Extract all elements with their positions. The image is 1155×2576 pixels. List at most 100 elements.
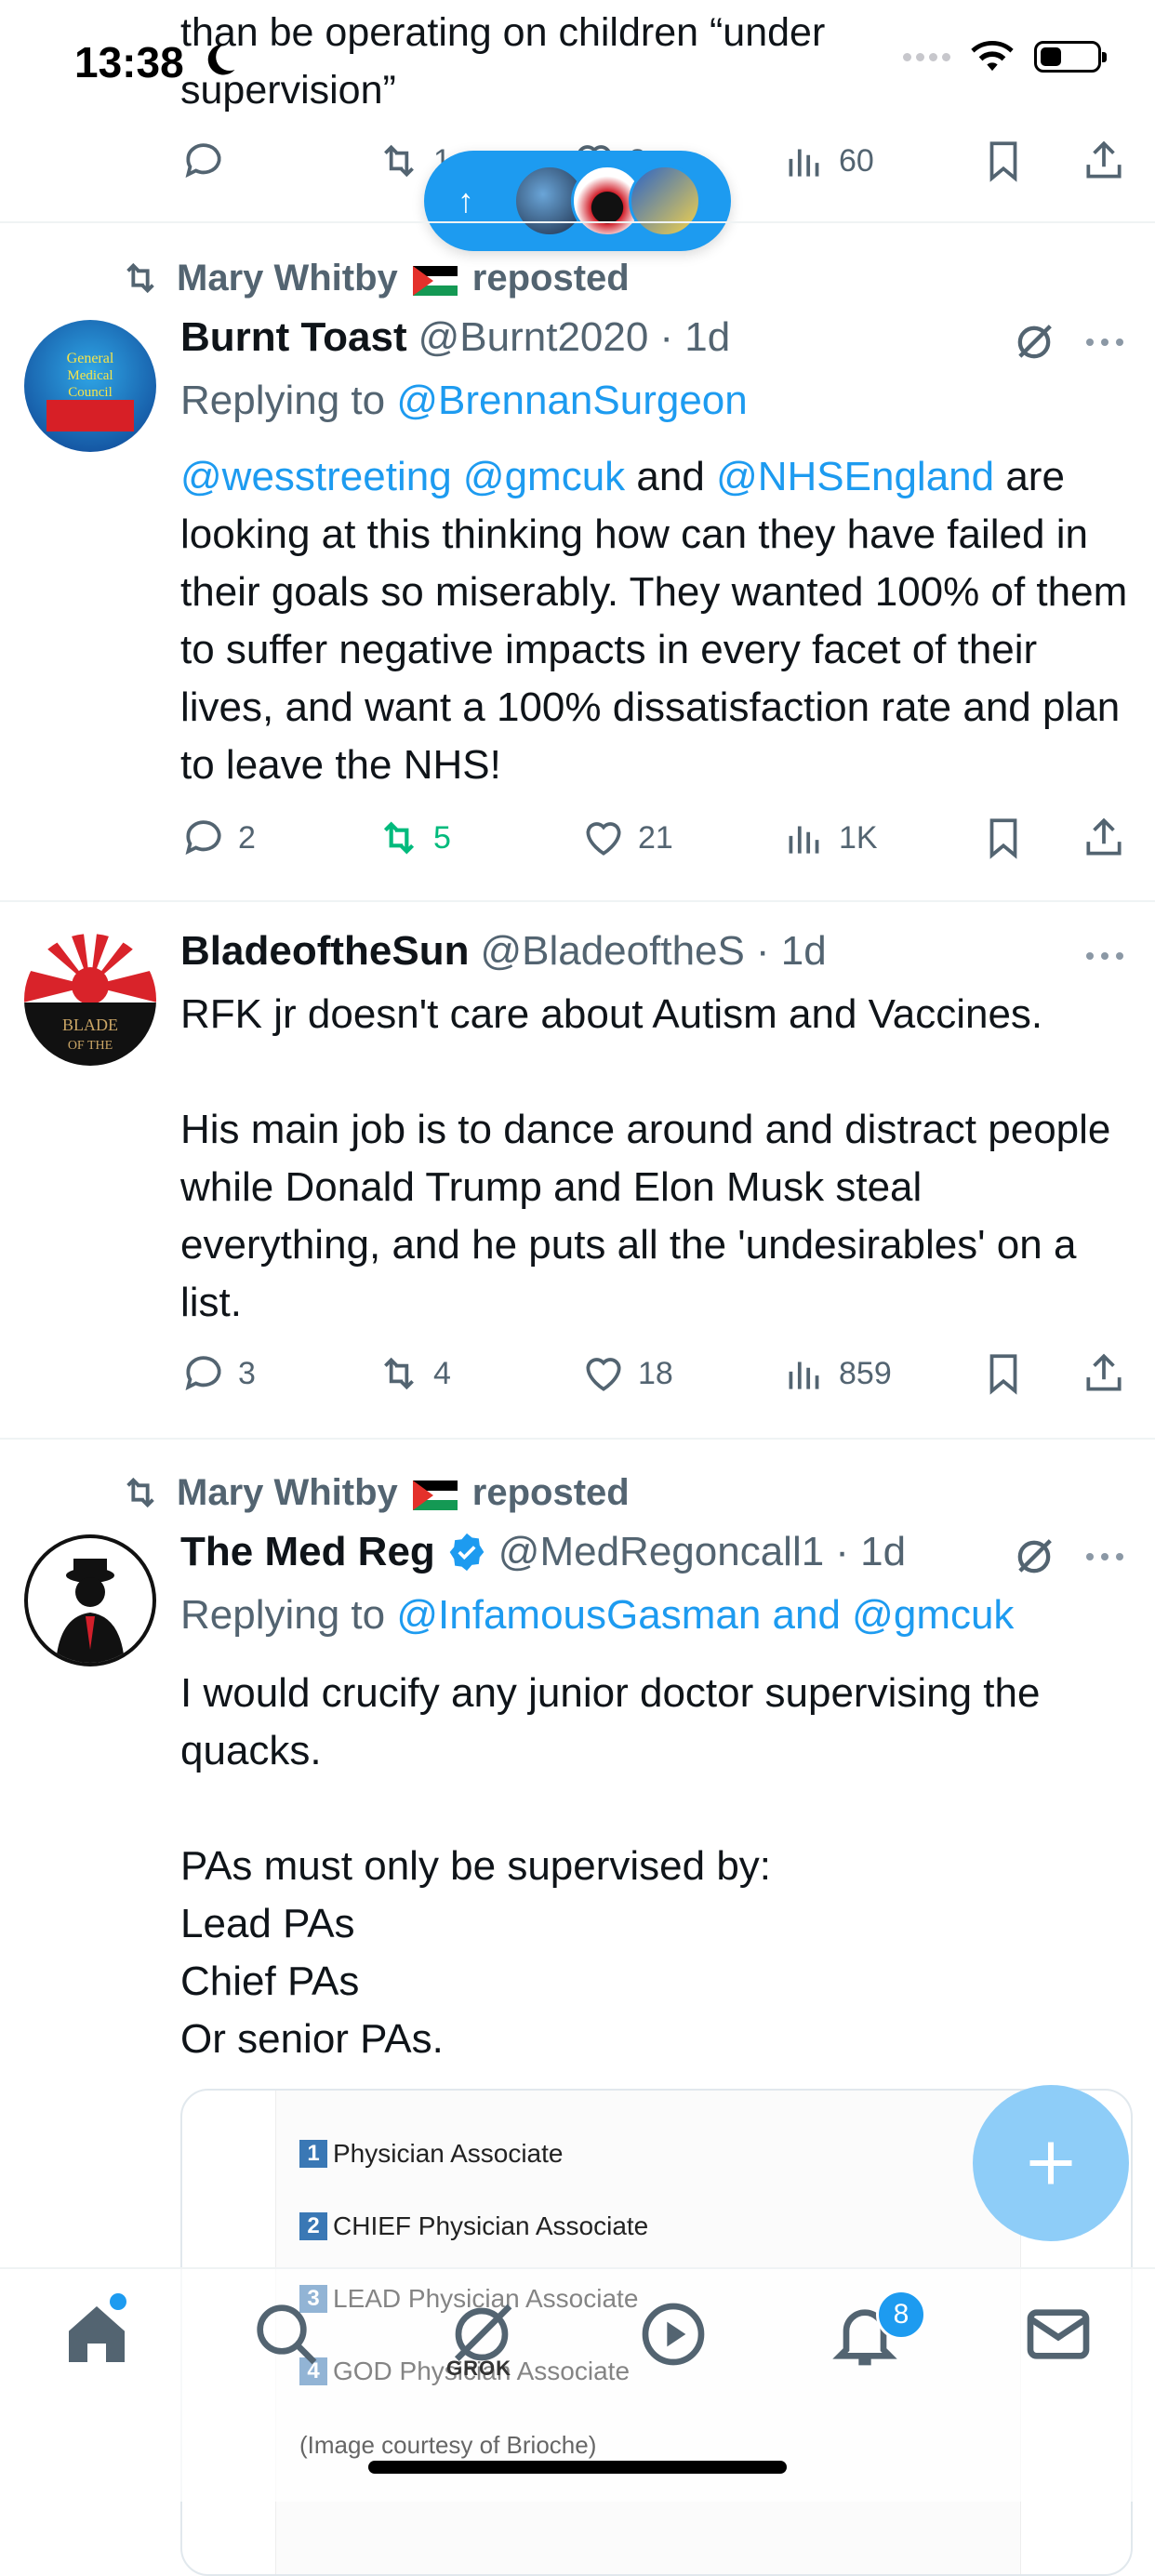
- bookmark-icon: [989, 818, 1017, 859]
- handle[interactable]: @Burnt2020: [418, 314, 649, 361]
- avatar-image: General Medical Council: [46, 351, 134, 432]
- repost-row: Mary Whitby reposted: [119, 1471, 630, 1514]
- like-count: 21: [638, 819, 673, 856]
- repost-label: reposted: [471, 257, 630, 299]
- post-header: Burnt Toast @Burnt2020 · 1d: [180, 314, 730, 361]
- list-item: 1 Physician Associate: [299, 2139, 563, 2169]
- reply-button[interactable]: 3: [180, 1350, 256, 1397]
- views-button[interactable]: 859: [781, 1350, 892, 1397]
- repost-author[interactable]: Mary Whitby: [177, 258, 398, 299]
- display-name[interactable]: The Med Reg: [180, 1529, 435, 1575]
- retweet-button[interactable]: 5: [376, 815, 451, 861]
- unread-dot: [110, 2293, 126, 2310]
- like-count: 18: [638, 1355, 673, 1391]
- timestamp: · 1d: [755, 928, 827, 974]
- reply-button[interactable]: [180, 138, 227, 184]
- grok-icon[interactable]: [1010, 1533, 1058, 1581]
- replying-to: Replying to @BrennanSurgeon: [180, 378, 748, 424]
- svg-text:Council: Council: [68, 385, 113, 400]
- timestamp: · 1d: [835, 1529, 907, 1574]
- plus-icon: [1029, 2142, 1072, 2184]
- avatar[interactable]: BLADE OF THE: [24, 934, 156, 1066]
- mention-link[interactable]: @NHSEngland: [716, 454, 994, 499]
- avatar-image: BLADE OF THE: [24, 934, 156, 1066]
- views-icon: [789, 826, 819, 854]
- cellular-icon: [903, 52, 950, 61]
- reply-button[interactable]: 2: [180, 815, 256, 861]
- retweet-icon: [126, 262, 154, 294]
- bookmark-button[interactable]: [980, 1350, 1027, 1397]
- share-button[interactable]: [1081, 138, 1127, 184]
- search-icon[interactable]: [249, 2297, 324, 2371]
- divider: [0, 900, 1155, 902]
- handle[interactable]: @MedRegoncall1: [498, 1529, 824, 1575]
- battery-icon: [1034, 41, 1107, 73]
- mention-link[interactable]: @wesstreeting: [180, 454, 452, 499]
- divider: [0, 1438, 1155, 1440]
- views-count: 859: [839, 1355, 892, 1391]
- share-button[interactable]: [1081, 815, 1127, 861]
- views-button[interactable]: 1K: [781, 815, 878, 861]
- views-count: 60: [839, 142, 874, 179]
- views-icon: [789, 1361, 819, 1389]
- new-posts-pill[interactable]: ↑: [424, 151, 731, 251]
- reply-icon: [185, 820, 221, 856]
- previous-post-text: than be operating on children “under sup…: [180, 10, 826, 113]
- views-button[interactable]: 60: [781, 138, 874, 184]
- like-button[interactable]: 21: [580, 815, 673, 861]
- post-body: I would crucify any junior doctor superv…: [180, 1670, 1041, 2062]
- handle[interactable]: @BladeoftheS: [480, 928, 744, 975]
- body-text: are looking at this thinking how can the…: [180, 454, 1139, 788]
- messages-icon[interactable]: [1021, 2297, 1095, 2371]
- retweet-icon: [383, 821, 415, 855]
- heart-icon: [586, 1358, 621, 1391]
- list-number: 1: [299, 2140, 327, 2168]
- views-icon: [789, 149, 819, 177]
- display-name[interactable]: Burnt Toast: [180, 314, 407, 361]
- share-icon: [1086, 140, 1122, 179]
- post-body: RFK jr doesn't care about Autism and Vac…: [180, 991, 1111, 1325]
- compose-button[interactable]: [973, 2085, 1129, 2241]
- retweet-count: 5: [433, 819, 451, 856]
- like-button[interactable]: 18: [580, 1350, 673, 1397]
- list-item: 2 CHIEF Physician Associate: [299, 2211, 648, 2241]
- status-icons: [903, 41, 1107, 73]
- svg-text:BLADE: BLADE: [62, 1016, 118, 1034]
- reply-mention[interactable]: @BrennanSurgeon: [396, 378, 747, 423]
- more-icon[interactable]: [1084, 950, 1125, 962]
- bookmark-button[interactable]: [980, 815, 1027, 861]
- reply-count: 2: [238, 819, 256, 856]
- svg-text:OF THE: OF THE: [68, 1039, 113, 1053]
- retweet-count: 4: [433, 1355, 451, 1391]
- retweet-icon: [126, 1477, 154, 1508]
- avatar[interactable]: General Medical Council: [24, 320, 156, 452]
- palestine-flag-icon: [412, 263, 458, 296]
- display-name[interactable]: BladeoftheSun: [180, 928, 469, 975]
- post-body: @wesstreeting @gmcuk and @NHSEngland are…: [180, 448, 1129, 794]
- post-header: The Med Reg @MedRegoncall1 · 1d: [180, 1529, 906, 1575]
- share-icon: [1086, 1353, 1122, 1391]
- retweet-button[interactable]: 4: [376, 1350, 451, 1397]
- notifications-badge: 8: [876, 2290, 926, 2340]
- avatar-image: [56, 1559, 125, 1663]
- reply-mention[interactable]: @InfamousGasman and @gmcuk: [396, 1592, 1014, 1638]
- more-icon[interactable]: [1084, 1551, 1125, 1562]
- card-caption: (Image courtesy of Brioche): [299, 2431, 597, 2459]
- wifi-icon: [971, 41, 1014, 72]
- more-icon[interactable]: [1084, 337, 1125, 348]
- grok-icon[interactable]: [1010, 318, 1058, 366]
- video-icon[interactable]: [636, 2297, 710, 2371]
- repost-author[interactable]: Mary Whitby: [177, 1472, 398, 1514]
- retweet-icon: [384, 1357, 414, 1390]
- mention-link[interactable]: @gmcuk: [463, 454, 625, 499]
- share-button[interactable]: [1081, 1350, 1127, 1397]
- home-indicator: [368, 2461, 787, 2474]
- bookmark-button[interactable]: [980, 138, 1027, 184]
- grok-label: GROK: [446, 2357, 511, 2380]
- replying-prefix: Replying to: [180, 1592, 386, 1638]
- post-header: BladeoftheSun @BladeoftheS · 1d: [180, 928, 827, 975]
- avatar: [629, 165, 701, 237]
- repost-label: reposted: [471, 1471, 630, 1513]
- views-count: 1K: [839, 819, 878, 856]
- avatar[interactable]: [24, 1534, 156, 1666]
